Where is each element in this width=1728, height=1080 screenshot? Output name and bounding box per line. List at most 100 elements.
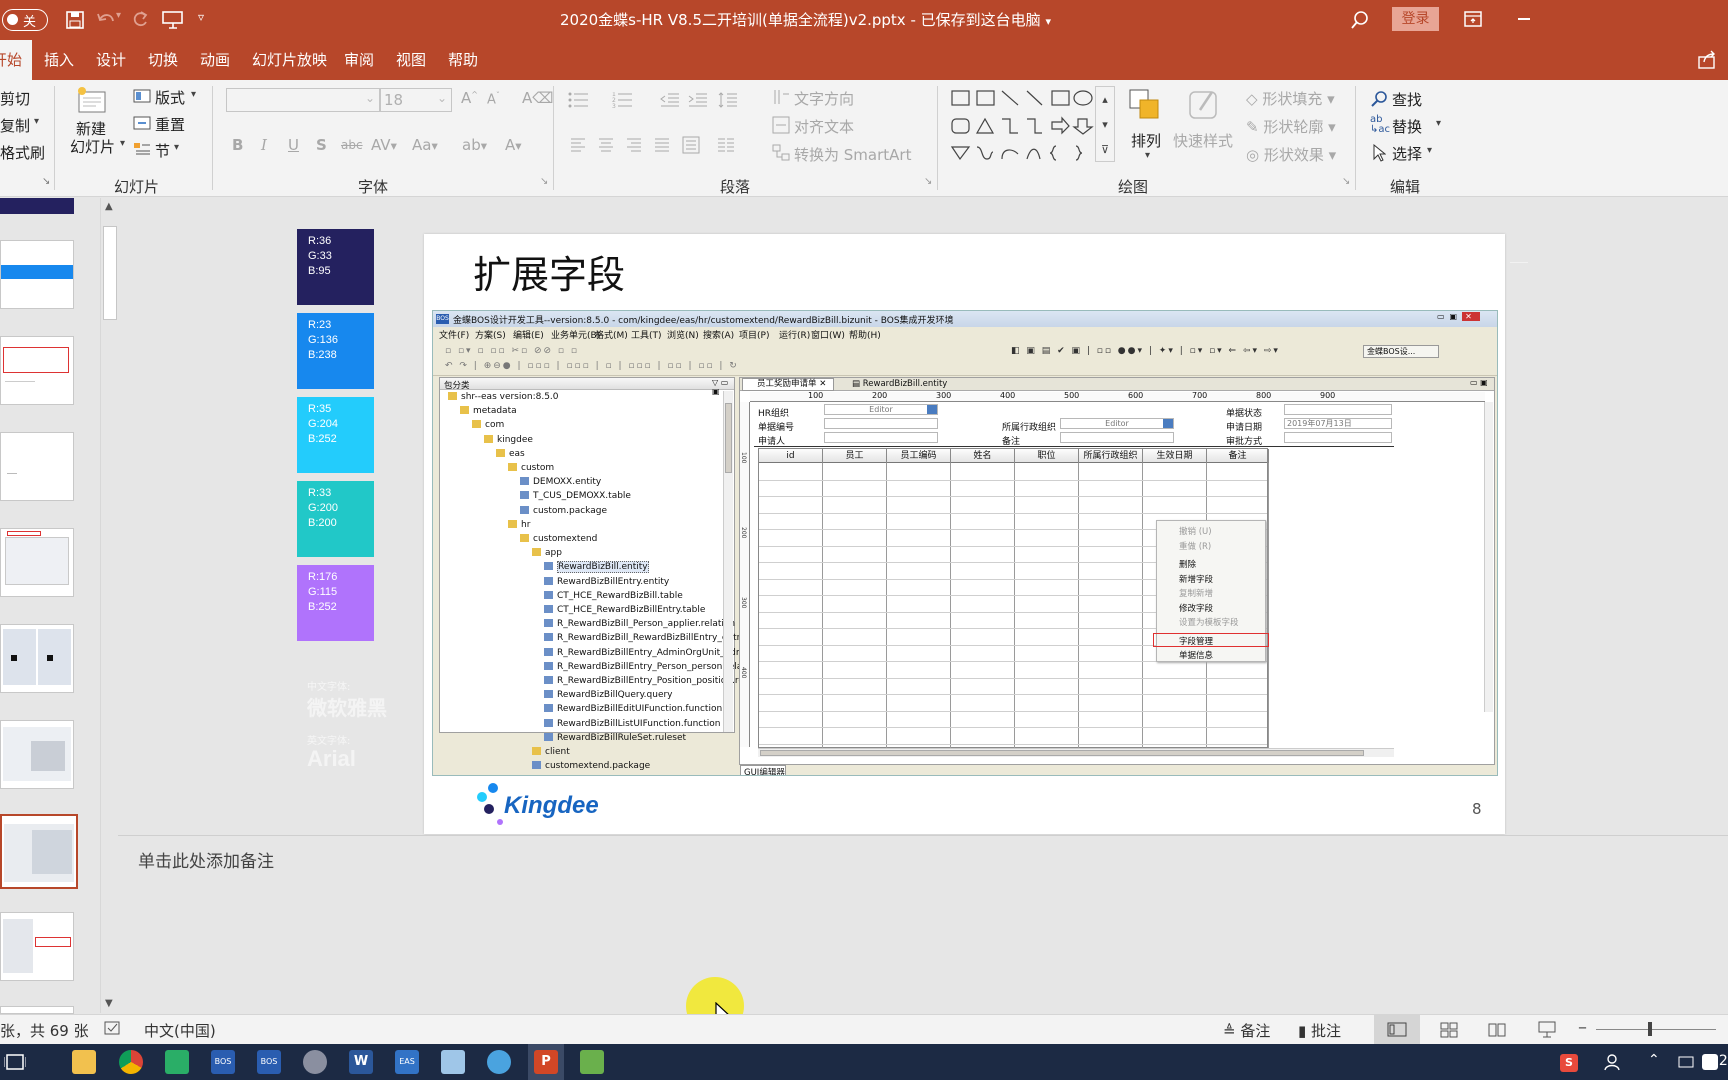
eas-icon[interactable]: EAS xyxy=(395,1050,419,1074)
grid-column-header[interactable]: 员工 xyxy=(823,449,887,463)
ui-designer-panel[interactable]: 员工奖励申请单 ✕ ▤ RewardBizBill.entity ▭ ▣ 100… xyxy=(739,377,1495,765)
scroll-thumb[interactable] xyxy=(103,226,117,320)
copy-button[interactable]: 复制 xyxy=(0,115,30,136)
cut-button[interactable]: 剪切 xyxy=(0,88,30,109)
field-admin-org[interactable]: Editor xyxy=(1060,418,1174,429)
quick-styles-icon[interactable] xyxy=(1186,88,1222,124)
search-icon[interactable] xyxy=(1350,10,1370,30)
slide-thumbnail[interactable] xyxy=(0,432,74,501)
slide-thumbnail-pane[interactable]: ▲ ▼ xyxy=(0,198,118,1014)
zoom-slider-thumb[interactable] xyxy=(1648,1022,1652,1036)
ide-menu-item[interactable]: 编辑(E) xyxy=(513,328,544,341)
font-size-combobox[interactable]: 18 ⌄ xyxy=(380,88,452,112)
ide-menu-item[interactable]: 搜索(A) xyxy=(703,328,734,341)
section-dropdown-icon[interactable]: ▾ xyxy=(174,142,179,153)
tree-item[interactable]: R_RewardBizBillEntry_Person_person.relat… xyxy=(544,661,753,672)
save-icon[interactable] xyxy=(66,11,84,29)
ide-toolbar-icons-2[interactable]: ↶ ↷ | ⊕⊖● | ▫▫▫ | ▫▫▫ | ▫ | ▫▫▫ | ▫▫ | ▫… xyxy=(445,361,739,371)
tab-review[interactable]: 审阅 xyxy=(340,40,378,80)
dialog-launcher-icon[interactable]: ↘ xyxy=(924,176,932,187)
thumb-partial[interactable] xyxy=(0,1006,74,1014)
language-status[interactable]: 中文(中国) xyxy=(144,1020,216,1041)
strikethrough-icon[interactable]: abc xyxy=(341,138,363,152)
context-menu-item[interactable]: 修改字段 xyxy=(1179,602,1213,614)
tree-item[interactable]: RewardBizBillEntry.entity xyxy=(544,576,669,587)
arrange-button[interactable]: 排列 xyxy=(1131,130,1161,151)
text-direction-icon[interactable] xyxy=(772,88,790,106)
color-swatch[interactable]: R:36 G:33 B:95 xyxy=(297,229,374,305)
context-menu-item[interactable]: 设置为模板字段 xyxy=(1179,616,1239,628)
ide-menu-item[interactable]: 方案(S) xyxy=(475,328,506,341)
color-swatch[interactable]: R:33 G:200 B:200 xyxy=(297,481,374,557)
bos-app-2-icon[interactable]: BOS xyxy=(257,1050,281,1074)
tree-item[interactable]: RewardBizBillEditUIFunction.function xyxy=(544,704,722,714)
editor-hscrollbar[interactable] xyxy=(758,748,1394,757)
field-remark[interactable] xyxy=(1060,432,1174,443)
wechat-icon[interactable] xyxy=(165,1050,189,1074)
slide-thumbnail[interactable] xyxy=(0,336,74,405)
shrink-font-icon[interactable]: Aˇ xyxy=(487,91,500,107)
shape-fill-button[interactable]: ◇ 形状填充 ▾ xyxy=(1246,88,1335,109)
grid-column-header[interactable]: 员工编码 xyxy=(887,449,951,463)
select-dropdown-icon[interactable]: ▾ xyxy=(1427,145,1432,156)
tree-item[interactable]: client xyxy=(532,747,570,757)
zoom-out-icon[interactable]: – xyxy=(1578,1017,1587,1038)
distributed-icon[interactable] xyxy=(682,136,700,154)
arrange-icon[interactable] xyxy=(1128,88,1164,124)
tree-item[interactable]: CT_HCE_RewardBizBillEntry.table xyxy=(544,605,705,615)
tree-item[interactable]: DEMOXX.entity xyxy=(520,477,601,487)
field-apply-date[interactable]: 2019年07月13日 xyxy=(1284,418,1392,429)
smartart-button[interactable]: 转换为 SmartArt xyxy=(794,144,911,165)
tree-item[interactable]: RewardBizBillListUIFunction.function xyxy=(544,718,720,729)
bold-icon[interactable]: B xyxy=(232,136,243,154)
tab-transitions[interactable]: 切换 xyxy=(144,40,182,80)
tab-insert[interactable]: 插入 xyxy=(40,40,78,80)
tree-item[interactable]: CT_HCE_RewardBizBill.table xyxy=(544,590,683,601)
align-text-button[interactable]: 对齐文本 xyxy=(794,116,854,137)
tree-item[interactable]: customextend.package xyxy=(532,761,650,771)
file-explorer-icon[interactable] xyxy=(72,1050,96,1074)
slide-thumbnail-current[interactable] xyxy=(0,814,78,889)
grid-column-header[interactable]: 所属行政组织 xyxy=(1079,449,1143,463)
tree-item[interactable]: custom xyxy=(508,463,554,473)
share-icon[interactable] xyxy=(1697,50,1717,70)
notepad-icon[interactable] xyxy=(441,1050,465,1074)
tree-item[interactable]: RewardBizBillQuery.query xyxy=(544,690,673,700)
shapes-gallery-scroll[interactable]: ▴ ▾ ⊽ xyxy=(1095,86,1115,162)
minimize-icon[interactable] xyxy=(1518,18,1530,20)
network-icon[interactable] xyxy=(1678,1054,1694,1070)
section-icon[interactable] xyxy=(133,142,151,156)
tree-item[interactable]: R_RewardBizBillEntry_Position_position.r… xyxy=(544,676,752,686)
numbering-icon[interactable]: 123 xyxy=(612,92,634,108)
field-bill-no[interactable] xyxy=(824,418,938,429)
replace-button[interactable]: 替换 xyxy=(1392,116,1422,137)
shape-outline-button[interactable]: ✎ 形状轮廓 ▾ xyxy=(1246,116,1336,137)
panel-max-icon[interactable]: ▭ ▣ xyxy=(1470,378,1488,387)
ide-toolbar-icons-3[interactable]: ◧ ▣ ▤ ✔ ▣ | ▫▫ ●●▾ | ✦▾ | ▫▾ ▫▾ ⇐ ⇦▾ ⇨▾ xyxy=(1011,346,1280,356)
shape-effects-button[interactable]: ◎ 形状效果 ▾ xyxy=(1246,144,1336,165)
reset-icon[interactable] xyxy=(133,116,151,130)
thumbnail-scrollbar[interactable]: ▲ ▼ xyxy=(100,198,118,1013)
text-direction-button[interactable]: 文字方向 xyxy=(794,88,854,109)
word-icon[interactable]: W xyxy=(349,1050,373,1074)
ide-menu-item[interactable]: 文件(F) xyxy=(439,328,469,341)
select-cursor-icon[interactable] xyxy=(1372,144,1386,162)
tab-view[interactable]: 视图 xyxy=(392,40,430,80)
notes-toggle[interactable]: ≜ 备注 xyxy=(1223,1020,1270,1041)
increase-indent-icon[interactable] xyxy=(688,92,708,108)
tree-item[interactable]: R_RewardBizBillEntry_AdminOrgUnit_admin xyxy=(544,647,753,658)
change-case-icon[interactable]: Aa▾ xyxy=(412,136,438,154)
underline-icon[interactable]: U xyxy=(288,136,299,154)
login-button[interactable]: 登录 xyxy=(1392,7,1439,31)
normal-view-button[interactable] xyxy=(1374,1015,1420,1044)
gui-editor-tab[interactable]: GUI编辑器 xyxy=(740,765,786,775)
scroll-down-icon[interactable]: ▼ xyxy=(105,998,113,1009)
context-menu-item[interactable]: 删除 xyxy=(1179,558,1196,570)
decrease-indent-icon[interactable] xyxy=(660,92,680,108)
settings-gear-icon[interactable] xyxy=(303,1050,327,1074)
field-approve-way[interactable] xyxy=(1284,432,1392,443)
color-swatch[interactable]: R:35 G:204 B:252 xyxy=(297,397,374,473)
tree-item[interactable]: RewardBizBillRuleSet.ruleset xyxy=(544,732,686,743)
context-menu-item[interactable]: 复制新增 xyxy=(1179,587,1213,599)
shapes-gallery[interactable] xyxy=(950,88,1098,168)
